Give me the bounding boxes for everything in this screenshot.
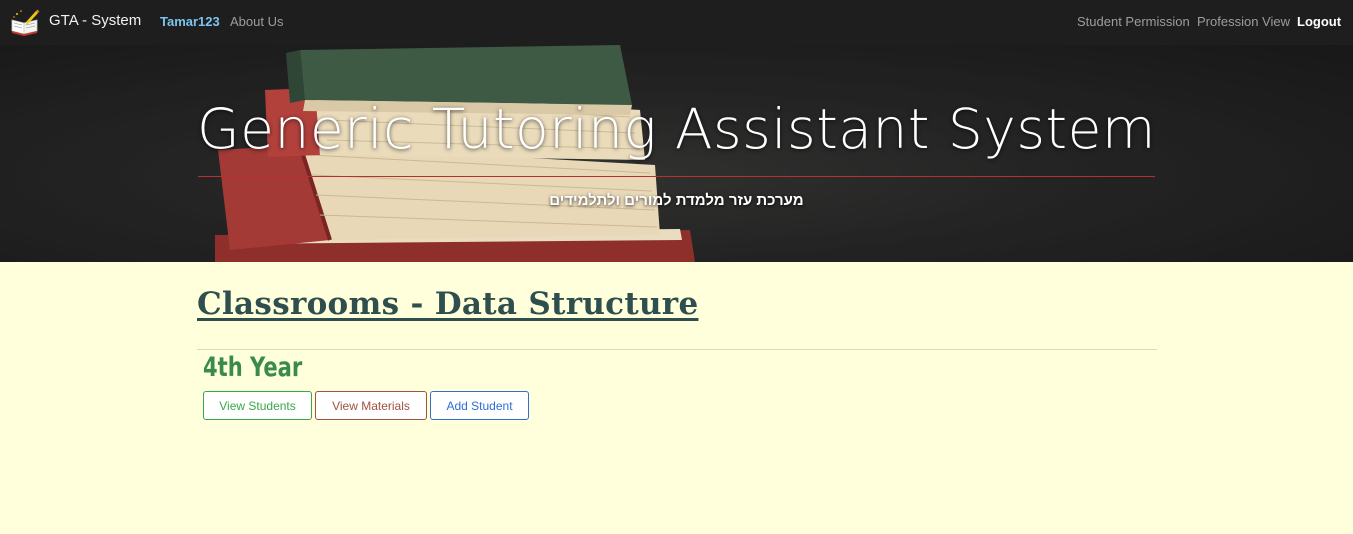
- view-materials-button[interactable]: View Materials: [315, 391, 427, 420]
- section-divider: [197, 349, 1157, 350]
- hero-title: Generic Tutoring Assistant System: [197, 97, 1156, 161]
- nav-about-us[interactable]: About Us: [230, 14, 283, 29]
- nav-student-permission[interactable]: Student Permission: [1077, 14, 1190, 29]
- brand-title[interactable]: GTA - System: [49, 12, 141, 29]
- view-students-button[interactable]: View Students: [203, 391, 312, 420]
- brand-link[interactable]: [10, 6, 40, 38]
- hero-divider: [198, 176, 1155, 177]
- top-navbar: GTA - System Tamar123 About Us Student P…: [0, 0, 1353, 45]
- classroom-year-heading: 4th Year: [203, 352, 303, 383]
- page-title[interactable]: Classrooms - Data Structure: [197, 286, 698, 322]
- hero-banner: Generic Tutoring Assistant System מערכת …: [0, 45, 1353, 262]
- nav-profession-view[interactable]: Profession View: [1197, 14, 1290, 29]
- add-student-button[interactable]: Add Student: [430, 391, 529, 420]
- nav-username[interactable]: Tamar123: [160, 14, 220, 29]
- hero-subtitle: מערכת עזר מלמדת למורים ולתלמידים: [549, 192, 804, 209]
- nav-logout[interactable]: Logout: [1297, 14, 1341, 29]
- book-pencil-icon: [11, 9, 40, 36]
